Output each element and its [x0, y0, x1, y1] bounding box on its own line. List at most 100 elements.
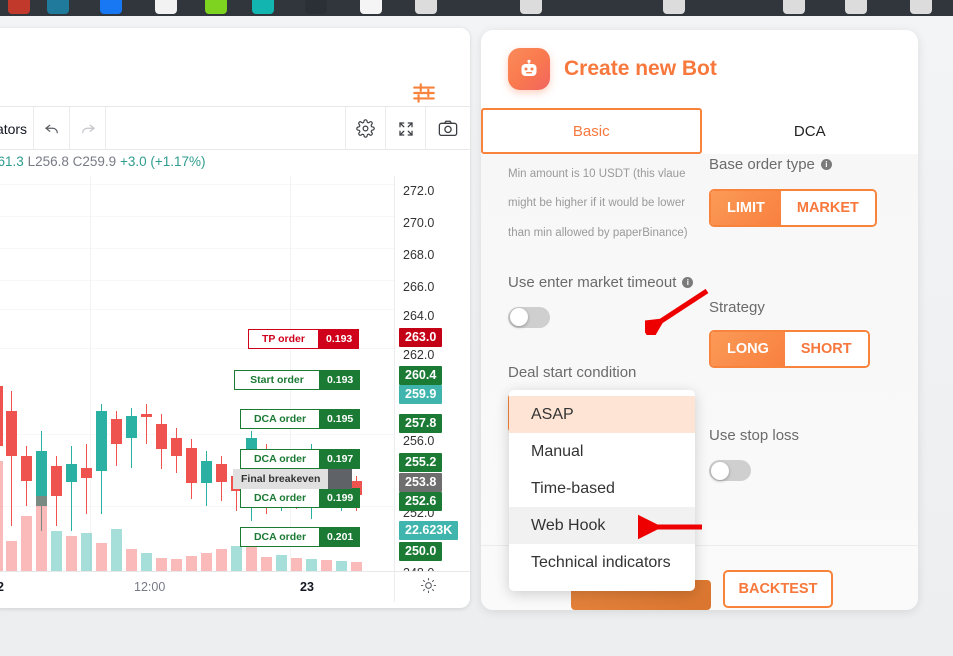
strategy-long[interactable]: LONG — [711, 332, 785, 366]
base-order-type-label: Base order type — [709, 156, 815, 173]
undo-button[interactable] — [34, 107, 70, 150]
bookmark-icon-5[interactable] — [205, 0, 227, 14]
price-tick: 262.0 — [403, 348, 434, 362]
chart-toolbar: ators — [0, 106, 470, 150]
time-tick: 22 — [0, 580, 4, 594]
bookmark-icon-1[interactable] — [8, 0, 30, 14]
breakeven-tail — [326, 469, 352, 489]
undo-icon — [43, 120, 61, 138]
chart-settings-button[interactable] — [346, 107, 386, 150]
volume-bar — [231, 546, 242, 571]
tab-basic-label: Basic — [573, 123, 610, 140]
backtest-button[interactable]: BACKTEST — [723, 570, 833, 608]
info-icon-base-order-type[interactable]: i — [821, 159, 832, 170]
bookmark-icon-8[interactable] — [360, 0, 382, 14]
stop-loss-label: Use stop loss — [709, 427, 799, 444]
chart-sun-settings-icon[interactable] — [420, 577, 437, 599]
price-badge: 255.2 — [399, 453, 442, 472]
deal-start-condition-dropdown: ASAPManualTime-basedWeb HookTechnical in… — [509, 390, 695, 591]
bookmark-icon-10[interactable] — [520, 0, 542, 14]
candle-body — [51, 466, 62, 496]
base-order-type-group: LIMIT MARKET — [709, 189, 877, 227]
modal-title: Create new Bot — [564, 57, 717, 81]
price-tick: 264.0 — [403, 309, 434, 323]
order-value: 0.195 — [320, 409, 360, 429]
volume-bar — [321, 560, 332, 571]
grid-line — [0, 280, 394, 281]
bookmark-icon-2[interactable] — [47, 0, 69, 14]
min-amount-hint: Min amount is 10 USDT (this vlaue might … — [508, 154, 698, 248]
grid-line — [0, 309, 394, 310]
toggle-knob — [711, 462, 729, 480]
candle-wick — [71, 446, 72, 531]
price-axis[interactable]: 272.0270.0268.0266.0264.0262.0256.0252.0… — [394, 176, 470, 571]
fullscreen-button[interactable] — [386, 107, 426, 150]
volume-bar — [261, 557, 272, 571]
indicators-button[interactable]: ators — [0, 107, 34, 150]
bookmark-icon-9[interactable] — [415, 0, 437, 14]
volume-bar — [66, 536, 77, 571]
tab-dca-label: DCA — [794, 123, 826, 140]
volume-bar — [216, 549, 227, 571]
red-arrow-pointing-to-web-hook — [638, 514, 708, 540]
chart-status-bar: 21:23:00 (UTC+8) % log auto — [0, 601, 470, 608]
modal-header: Create new Bot — [481, 30, 918, 108]
volume-bar — [156, 558, 167, 571]
time-axis: 2212:0023 — [0, 571, 470, 601]
bookmark-icon-13[interactable] — [845, 0, 867, 14]
price-badge: 252.6 — [399, 492, 442, 511]
volume-bar — [186, 556, 197, 571]
bookmark-icon-7[interactable] — [305, 0, 327, 14]
order-label[interactable]: Start order0.193 — [234, 370, 360, 390]
snapshot-button[interactable] — [426, 107, 470, 150]
candle-body — [216, 464, 227, 482]
volume-bar — [0, 461, 3, 571]
ohlc-readout: 261.3 L256.8 C259.9 +3.0 (+1.17%) — [0, 154, 206, 169]
tab-dca[interactable]: DCA — [702, 108, 919, 154]
order-label[interactable]: TP order0.193 — [248, 329, 359, 349]
order-name: DCA order — [240, 449, 320, 469]
red-arrow-pointing-to-deal-start-condition — [645, 285, 715, 335]
bookmark-icon-14[interactable] — [910, 0, 932, 14]
redo-button[interactable] — [70, 107, 106, 150]
long-label: LONG — [727, 341, 769, 357]
hint-line-2: might be higher if it would be lower — [508, 189, 698, 218]
base-order-type-limit[interactable]: LIMIT — [711, 191, 781, 225]
chart-panel: ators — [0, 28, 470, 608]
candle-body — [186, 448, 197, 483]
short-label: SHORT — [801, 341, 852, 357]
bookmark-icon-12[interactable] — [783, 0, 805, 14]
bookmark-icon-3[interactable] — [100, 0, 122, 14]
dropdown-option-asap[interactable]: ASAP — [509, 396, 695, 433]
price-badge: 263.0 — [399, 328, 442, 347]
order-label[interactable]: DCA order0.197 — [240, 449, 360, 469]
volume-bar — [96, 543, 107, 571]
strategy-short[interactable]: SHORT — [785, 332, 868, 366]
order-name: DCA order — [240, 527, 320, 547]
price-tick: 266.0 — [403, 280, 434, 294]
bookmark-icon-6[interactable] — [252, 0, 274, 14]
market-timeout-toggle[interactable] — [508, 307, 550, 328]
indicators-label: ators — [0, 121, 27, 137]
dropdown-option-manual[interactable]: Manual — [509, 433, 695, 470]
volume-bar — [306, 559, 317, 571]
final-breakeven-label[interactable]: Final breakeven — [233, 469, 328, 489]
bookmark-icon-11[interactable] — [663, 0, 685, 14]
grid-line — [0, 184, 394, 185]
order-label[interactable]: DCA order0.199 — [240, 488, 360, 508]
dropdown-option-technical-indicators[interactable]: Technical indicators — [509, 544, 695, 581]
price-badge: 253.8 — [399, 473, 442, 492]
stop-loss-label-row: Use stop loss — [709, 427, 909, 444]
stop-loss-toggle[interactable] — [709, 460, 751, 481]
price-badge: 22.623K — [399, 521, 458, 540]
dropdown-option-time-based[interactable]: Time-based — [509, 470, 695, 507]
order-label[interactable]: DCA order0.201 — [240, 527, 360, 547]
base-order-type-market[interactable]: MARKET — [781, 191, 875, 225]
tab-basic[interactable]: Basic — [481, 108, 702, 154]
candle-wick — [86, 444, 87, 514]
backtest-label: BACKTEST — [739, 581, 818, 597]
bookmark-icon-4[interactable] — [155, 0, 177, 14]
volume-bar — [111, 529, 122, 571]
order-label[interactable]: DCA order0.195 — [240, 409, 360, 429]
volume-bar — [51, 531, 62, 571]
